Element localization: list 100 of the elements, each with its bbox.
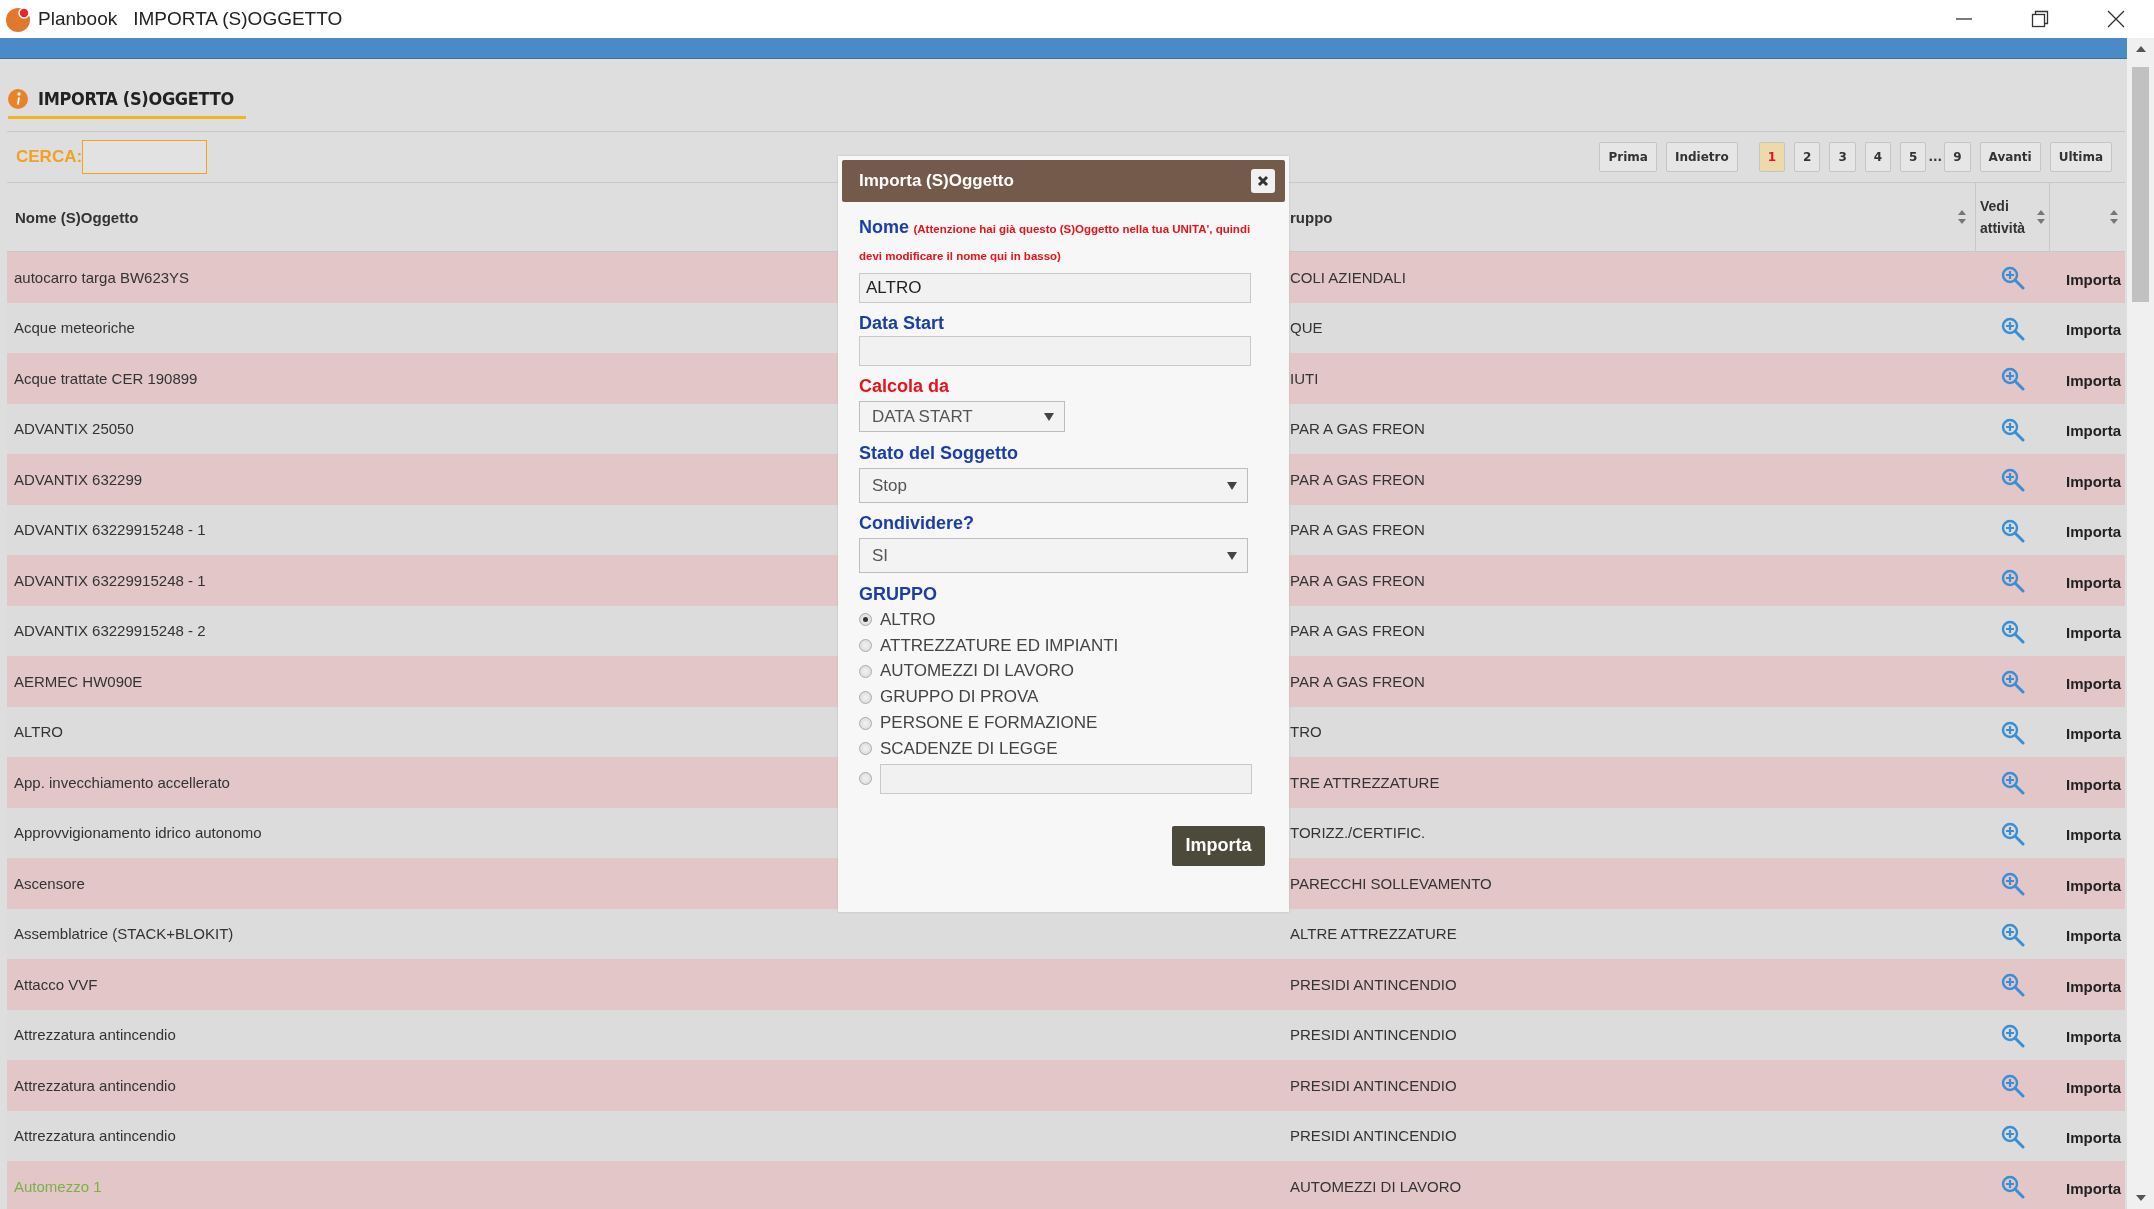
import-link[interactable]: Importa — [2066, 977, 2121, 995]
import-link[interactable]: Importa — [2066, 775, 2121, 793]
radio-button[interactable] — [859, 690, 872, 704]
search-label: CERCA: — [16, 147, 83, 167]
restore-icon — [2031, 10, 2049, 28]
field-label: Stato del Soggetto — [859, 443, 1019, 464]
nav-button[interactable]: Avanti — [1979, 142, 2041, 172]
radio-label[interactable]: ALTRO — [880, 609, 936, 630]
zoom-in-icon[interactable] — [2000, 417, 2025, 442]
group-cell: TORIZZ./CERTIFIC. — [1290, 824, 1426, 842]
zoom-in-icon[interactable] — [2000, 1124, 2025, 1149]
zoom-in-icon[interactable] — [2000, 619, 2025, 644]
dropdown[interactable]: SI — [859, 538, 1248, 573]
radio-button[interactable] — [859, 772, 872, 786]
zoom-in-icon[interactable] — [2000, 1175, 2025, 1200]
radio-label[interactable]: ATTREZZATURE ED IMPIANTI — [880, 635, 1119, 656]
field-label: Nome (Attenzione hai già questo (S)Oggetto nella tua UNITA', quindi devi modificare il nome qui in basso) — [859, 216, 1252, 264]
group-name-field[interactable] — [880, 763, 1252, 794]
radio-button[interactable] — [859, 665, 872, 678]
radio-button[interactable] — [859, 742, 872, 756]
field-label: Condividere? — [859, 513, 975, 534]
page-button[interactable]: 1 — [1758, 142, 1786, 172]
scroll-up-icon[interactable] — [2134, 44, 2147, 54]
import-link[interactable]: Importa — [2066, 1028, 2121, 1046]
radio-button[interactable] — [859, 716, 872, 730]
info-icon — [8, 88, 28, 109]
zoom-in-icon[interactable] — [2000, 872, 2025, 897]
import-link[interactable]: Importa — [2066, 1129, 2121, 1147]
page-button[interactable]: 2 — [1794, 142, 1821, 172]
name-cell: Acque meteoriche — [14, 319, 135, 337]
zoom-in-icon[interactable] — [2000, 821, 2025, 846]
zoom-in-icon[interactable] — [2000, 518, 2025, 543]
import-link[interactable]: Importa — [2066, 523, 2121, 541]
import-link[interactable]: Importa — [2066, 573, 2121, 591]
column-header[interactable]: ruppo — [1290, 208, 1333, 226]
minimize-icon — [1955, 18, 1973, 20]
close-icon — [1257, 175, 1269, 187]
nav-button[interactable]: Prima — [1599, 142, 1657, 172]
scrollbar-thumb[interactable] — [2132, 67, 2149, 302]
radio-label[interactable]: PERSONE E FORMAZIONE — [880, 713, 1098, 734]
radio-button[interactable] — [859, 613, 872, 627]
dropdown[interactable]: Stop — [859, 468, 1248, 503]
sort-icon[interactable] — [1957, 209, 1967, 225]
zoom-in-icon[interactable] — [2000, 1023, 2025, 1048]
zoom-in-icon[interactable] — [2000, 670, 2025, 695]
zoom-in-icon[interactable] — [2000, 720, 2025, 745]
name-cell: Ascensore — [14, 874, 85, 892]
page-button[interactable]: 5 — [1900, 142, 1927, 172]
app-name: Planbook — [38, 8, 118, 30]
import-link[interactable]: Importa — [2066, 472, 2121, 490]
page-button[interactable]: 3 — [1829, 142, 1856, 172]
import-button[interactable]: Importa — [1172, 825, 1265, 866]
import-link[interactable]: Importa — [2066, 270, 2121, 288]
zoom-in-icon[interactable] — [2000, 973, 2025, 998]
sort-icon[interactable] — [2036, 209, 2046, 225]
app-logo — [4, 5, 32, 33]
nav-button[interactable]: Indietro — [1665, 142, 1738, 172]
name-cell: ADVANTIX 632299 — [14, 470, 143, 488]
import-link[interactable]: Importa — [2066, 624, 2121, 642]
zoom-in-icon[interactable] — [2000, 1074, 2025, 1099]
page-button[interactable]: 4 — [1864, 142, 1892, 172]
zoom-in-icon[interactable] — [2000, 569, 2025, 594]
import-link[interactable]: Importa — [2066, 1078, 2121, 1096]
zoom-in-icon[interactable] — [2000, 266, 2025, 291]
sort-icon[interactable] — [2109, 209, 2119, 225]
group-cell: TRO — [1290, 723, 1322, 741]
radio-label[interactable]: SCADENZE DI LEGGE — [880, 738, 1058, 759]
name-cell: Automezzo 1 — [14, 1177, 102, 1195]
caret-icon — [1227, 481, 1237, 490]
date-field[interactable] — [859, 336, 1251, 366]
search-field[interactable] — [82, 140, 208, 174]
import-link[interactable]: Importa — [2066, 371, 2121, 389]
zoom-in-icon[interactable] — [2000, 316, 2025, 341]
nav-button[interactable]: Ultima — [2049, 142, 2112, 172]
zoom-in-icon[interactable] — [2000, 468, 2025, 493]
field-label: GRUPPO — [859, 584, 938, 605]
import-link[interactable]: Importa — [2066, 674, 2121, 692]
group-cell: PAR A GAS FREON — [1290, 470, 1425, 488]
import-link[interactable]: Importa — [2066, 1179, 2121, 1197]
zoom-in-icon[interactable] — [2000, 922, 2025, 947]
name-cell: Assemblatrice (STACK+BLOKIT) — [14, 925, 234, 943]
zoom-in-icon[interactable] — [2000, 771, 2025, 796]
page-button[interactable]: 9 — [1944, 142, 1971, 172]
import-link[interactable]: Importa — [2066, 876, 2121, 894]
dropdown[interactable]: DATA START — [859, 401, 1065, 432]
name-field[interactable]: ALTRO — [859, 273, 1251, 303]
zoom-in-icon[interactable] — [2000, 367, 2025, 392]
column-header[interactable]: Nome (S)Oggetto — [15, 208, 139, 226]
scroll-down-icon[interactable] — [2134, 1193, 2147, 1203]
close-button[interactable] — [1251, 169, 1275, 193]
group-cell: PRESIDI ANTINCENDIO — [1290, 975, 1457, 993]
radio-label[interactable]: AUTOMEZZI DI LAVORO — [880, 661, 1074, 682]
radio-button[interactable] — [859, 639, 872, 653]
column-header[interactable]: Vedi attività — [1980, 195, 2036, 239]
import-link[interactable]: Importa — [2066, 422, 2121, 440]
import-link[interactable]: Importa — [2066, 725, 2121, 743]
import-link[interactable]: Importa — [2066, 321, 2121, 339]
import-link[interactable]: Importa — [2066, 927, 2121, 945]
import-link[interactable]: Importa — [2066, 826, 2121, 844]
radio-label[interactable]: GRUPPO DI PROVA — [880, 687, 1039, 708]
